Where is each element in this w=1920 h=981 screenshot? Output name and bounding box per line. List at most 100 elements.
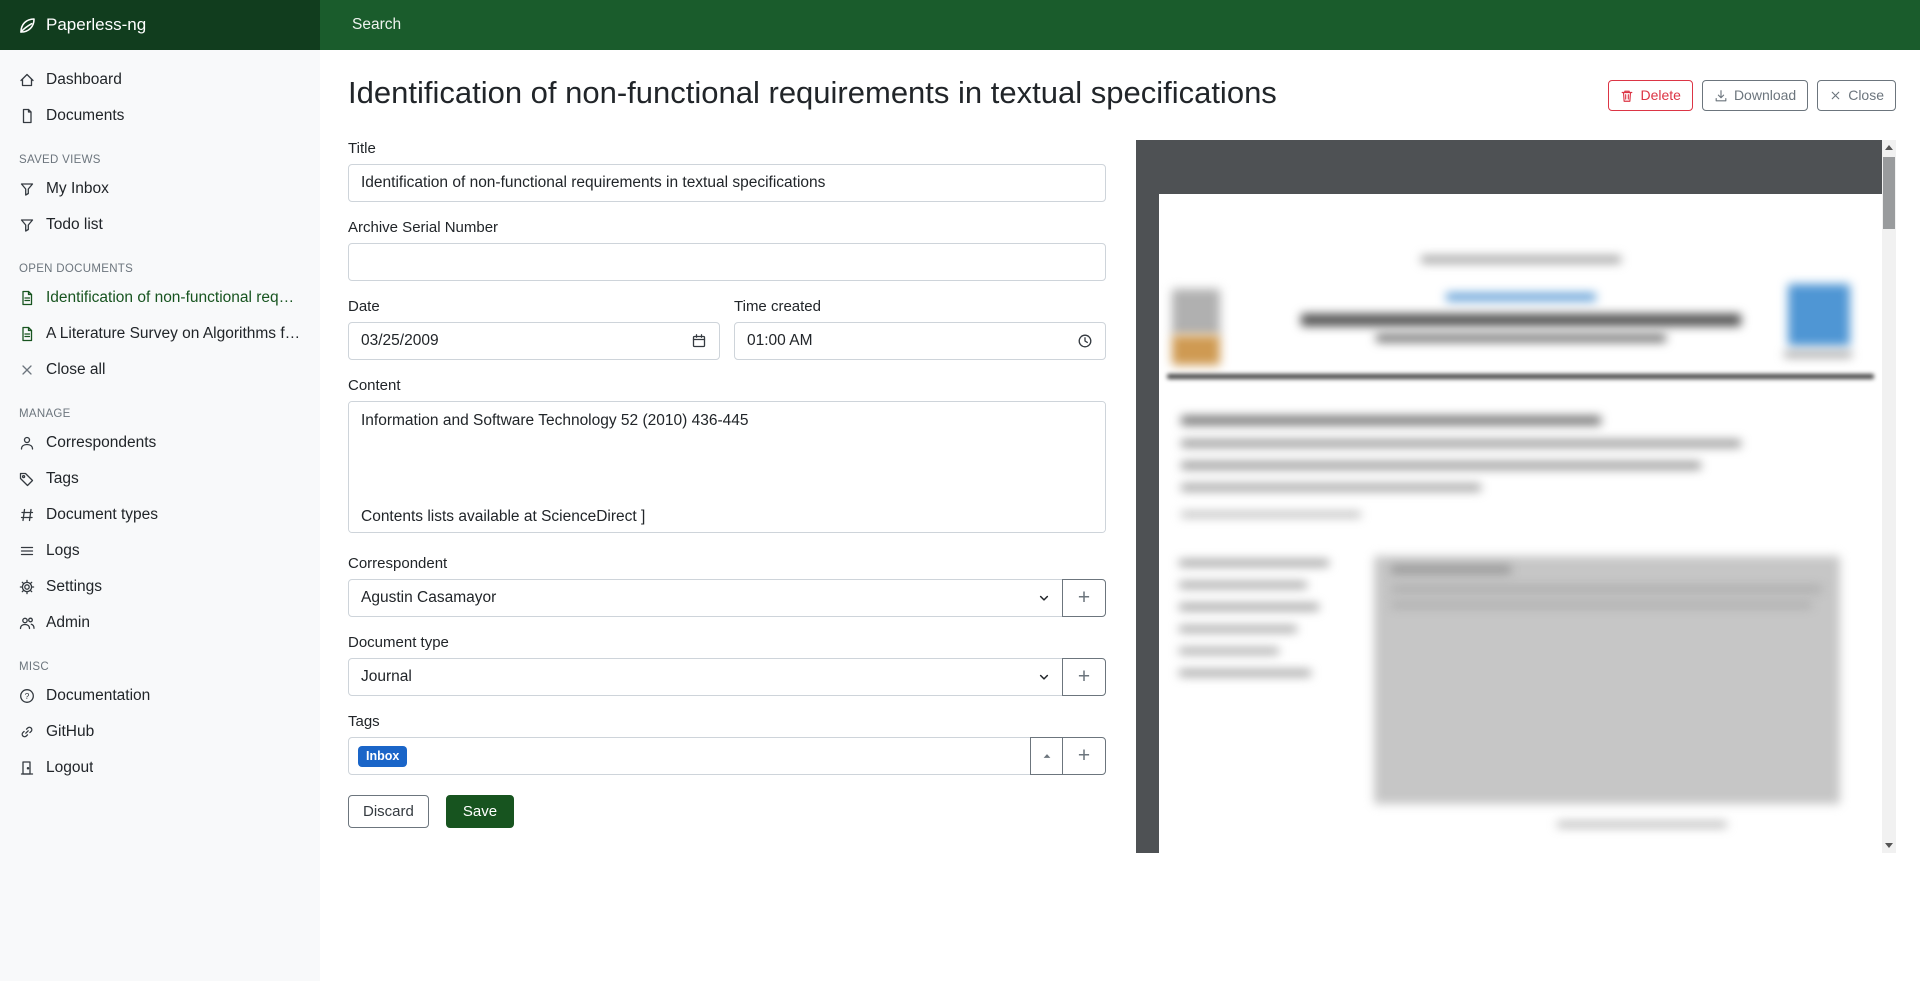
sidebar-section-saved-views: SAVED VIEWS xyxy=(19,154,301,166)
sidebar-item-github[interactable]: GitHub xyxy=(0,714,320,750)
blurred-content xyxy=(1446,293,1596,301)
question-circle-icon: ? xyxy=(19,688,35,704)
sidebar-item-open-doc-1[interactable]: Identification of non-functional require… xyxy=(0,280,320,316)
sidebar-section-misc: MISC xyxy=(19,661,301,673)
scroll-up-arrow-icon[interactable] xyxy=(1882,140,1896,155)
sidebar-item-documentation[interactable]: ? Documentation xyxy=(0,678,320,714)
hash-icon xyxy=(19,507,35,523)
tag-badge-inbox[interactable]: Inbox xyxy=(358,746,407,767)
app-brand[interactable]: Paperless-ng xyxy=(0,0,320,50)
add-tag-button[interactable]: + xyxy=(1062,737,1106,775)
download-button[interactable]: Download xyxy=(1702,80,1808,111)
sidebar-section-open-documents: OPEN DOCUMENTS xyxy=(19,263,301,275)
sidebar-item-document-types[interactable]: Document types xyxy=(0,497,320,533)
blurred-content xyxy=(1557,822,1727,827)
sidebar-section-manage: MANAGE xyxy=(19,408,301,420)
download-icon xyxy=(1714,89,1728,103)
tags-input[interactable]: Inbox xyxy=(348,737,1031,775)
sidebar-item-dashboard[interactable]: Dashboard xyxy=(0,62,320,98)
blurred-content xyxy=(1179,560,1329,566)
sidebar-item-documents[interactable]: Documents xyxy=(0,98,320,134)
blurred-content xyxy=(1179,626,1297,632)
content-textarea[interactable]: Information and Software Technology 52 (… xyxy=(348,401,1106,533)
sidebar-item-label: Documents xyxy=(46,107,124,125)
trash-icon xyxy=(1620,89,1634,103)
sidebar-item-label: A Literature Survey on Algorithms for Mu… xyxy=(46,325,301,343)
blurred-content xyxy=(1374,556,1840,804)
sidebar-item-tags[interactable]: Tags xyxy=(0,461,320,497)
download-button-label: Download xyxy=(1734,86,1796,105)
sidebar-item-logs[interactable]: Logs xyxy=(0,533,320,569)
content-label: Content xyxy=(348,377,1106,394)
add-correspondent-button[interactable]: + xyxy=(1062,579,1106,617)
link-icon xyxy=(19,724,35,740)
blurred-content xyxy=(1784,352,1852,357)
time-created-value: 01:00 AM xyxy=(747,332,813,350)
house-icon xyxy=(19,72,35,88)
date-input[interactable]: 03/25/2009 xyxy=(348,322,720,360)
close-icon xyxy=(1829,89,1842,102)
discard-button[interactable]: Discard xyxy=(348,795,429,828)
tag-icon xyxy=(19,471,35,487)
pdf-preview[interactable] xyxy=(1136,140,1896,853)
search-input[interactable] xyxy=(350,15,850,35)
save-button[interactable]: Save xyxy=(446,795,514,828)
preview-scrollbar[interactable] xyxy=(1882,140,1896,853)
close-button[interactable]: Close xyxy=(1817,80,1896,111)
blurred-content xyxy=(1391,602,1812,608)
gear-icon xyxy=(19,579,35,595)
topbar: Paperless-ng xyxy=(0,0,1920,50)
add-document-type-button[interactable]: + xyxy=(1062,658,1106,696)
people-icon xyxy=(19,615,35,631)
scroll-down-arrow-icon[interactable] xyxy=(1882,838,1896,853)
blurred-content xyxy=(1179,582,1307,588)
blurred-content xyxy=(1391,566,1511,573)
document-edit-form: Title Archive Serial Number Date 03/25/2… xyxy=(348,140,1106,858)
title-input[interactable] xyxy=(348,164,1106,202)
tags-label: Tags xyxy=(348,713,1106,730)
sidebar-item-settings[interactable]: Settings xyxy=(0,569,320,605)
sidebar-item-label: Close all xyxy=(46,361,105,379)
blurred-content xyxy=(1172,335,1220,365)
blurred-content xyxy=(1172,289,1220,335)
pdf-page xyxy=(1159,194,1882,853)
delete-button-label: Delete xyxy=(1640,86,1680,105)
sidebar-item-correspondents[interactable]: Correspondents xyxy=(0,425,320,461)
blurred-content xyxy=(1167,374,1874,379)
blurred-content xyxy=(1391,586,1822,592)
correspondent-label: Correspondent xyxy=(348,555,1106,572)
page-title: Identification of non-functional require… xyxy=(348,72,1277,114)
brand-label: Paperless-ng xyxy=(46,15,146,35)
time-created-label: Time created xyxy=(734,298,1106,315)
blurred-content xyxy=(1179,670,1311,676)
sidebar-item-close-all[interactable]: Close all xyxy=(0,352,320,388)
sidebar-item-admin[interactable]: Admin xyxy=(0,605,320,641)
document-type-value: Journal xyxy=(361,668,412,686)
correspondent-select[interactable]: Agustin Casamayor xyxy=(348,579,1063,617)
tags-dropdown-toggle[interactable] xyxy=(1030,737,1063,775)
sidebar-item-label: Documentation xyxy=(46,687,150,705)
date-label: Date xyxy=(348,298,720,315)
sidebar-item-logout[interactable]: Logout xyxy=(0,750,320,786)
asn-input[interactable] xyxy=(348,243,1106,281)
sidebar-item-label: Correspondents xyxy=(46,434,156,452)
title-label: Title xyxy=(348,140,1106,157)
sidebar-item-todo-list[interactable]: Todo list xyxy=(0,207,320,243)
blurred-content xyxy=(1179,604,1319,610)
door-icon xyxy=(19,760,35,776)
blurred-content xyxy=(1181,440,1741,447)
blurred-content xyxy=(1301,314,1741,326)
close-icon xyxy=(19,362,35,378)
document-actions: Delete Download Close xyxy=(1608,72,1896,111)
calendar-icon xyxy=(691,333,707,349)
chevron-down-icon xyxy=(1038,592,1050,604)
sidebar-item-my-inbox[interactable]: My Inbox xyxy=(0,171,320,207)
sidebar-item-open-doc-2[interactable]: A Literature Survey on Algorithms for Mu… xyxy=(0,316,320,352)
delete-button[interactable]: Delete xyxy=(1608,80,1692,111)
date-value: 03/25/2009 xyxy=(361,332,439,350)
blurred-content xyxy=(1181,512,1361,517)
preview-scrollbar-thumb[interactable] xyxy=(1883,157,1895,229)
document-type-select[interactable]: Journal xyxy=(348,658,1063,696)
time-created-input[interactable]: 01:00 AM xyxy=(734,322,1106,360)
sidebar-item-label: Document types xyxy=(46,506,158,524)
